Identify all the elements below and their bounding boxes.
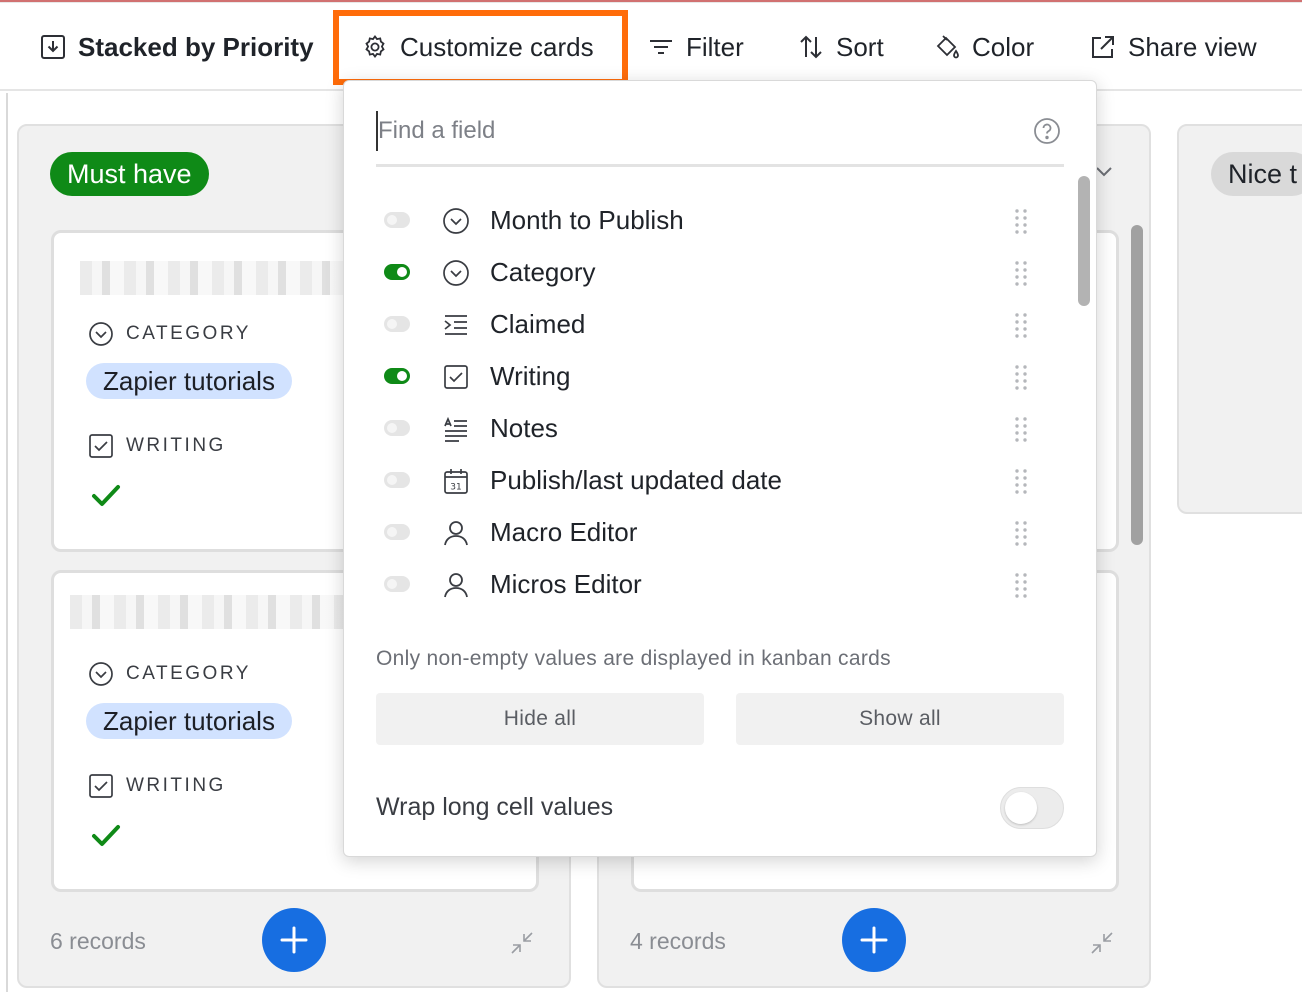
external-share-icon	[1092, 36, 1114, 58]
field-name: Micros Editor	[490, 569, 642, 599]
drag-handle-icon[interactable]	[1012, 363, 1030, 391]
chevron-circle-icon	[443, 260, 469, 286]
add-record-button[interactable]	[842, 908, 906, 972]
customize-cards-button[interactable]: Customize cards	[362, 3, 594, 91]
field-row-month-to-publish[interactable]: Month to Publish	[376, 195, 1036, 247]
collapse-icon[interactable]	[1089, 930, 1115, 956]
redacted-title	[80, 261, 350, 295]
field-name: Month to Publish	[490, 205, 684, 235]
chevron-circle-icon	[443, 208, 469, 234]
paint-bucket-icon	[936, 35, 959, 59]
field-row-category[interactable]: Category	[376, 247, 1036, 299]
share-view-button[interactable]: Share view	[1090, 3, 1257, 91]
field-name: Macro Editor	[490, 517, 638, 547]
stacked-by-label: Stacked by Priority	[78, 31, 314, 62]
field-visibility-toggle[interactable]	[384, 472, 410, 488]
stack-pill-must-have[interactable]: Must have	[50, 152, 209, 196]
checkbox-icon	[89, 434, 113, 458]
help-circle-icon[interactable]	[1033, 117, 1061, 145]
checkbox-icon	[89, 774, 113, 798]
gear-icon	[365, 35, 385, 58]
plus-icon	[860, 926, 888, 954]
add-record-button[interactable]	[262, 908, 326, 972]
field-visibility-toggle[interactable]	[384, 368, 410, 384]
drag-handle-icon[interactable]	[1012, 519, 1030, 547]
kanban-hint-text: Only non-empty values are displayed in k…	[376, 647, 891, 670]
card-field-writing: WRITING	[88, 773, 226, 799]
drag-handle-icon[interactable]	[1012, 311, 1030, 339]
field-search	[376, 111, 1064, 167]
filter-label: Filter	[686, 31, 744, 62]
field-row-notes[interactable]: Notes	[376, 403, 1036, 455]
drag-handle-icon[interactable]	[1012, 467, 1030, 495]
redacted-title	[70, 595, 350, 629]
field-visibility-toggle[interactable]	[384, 420, 410, 436]
svg-text:31: 31	[450, 483, 461, 493]
field-visibility-toggle[interactable]	[384, 576, 410, 592]
kanban-column-nice-to-have: Nice t	[1177, 124, 1302, 514]
field-visibility-toggle[interactable]	[384, 264, 410, 280]
user-icon	[444, 573, 468, 598]
field-name: Publish/last updated date	[490, 465, 782, 495]
calendar-icon: 31	[444, 469, 468, 494]
color-button[interactable]: Color	[934, 3, 1034, 91]
drag-handle-icon[interactable]	[1012, 415, 1030, 443]
plus-icon	[280, 926, 308, 954]
field-visibility-toggle[interactable]	[384, 316, 410, 332]
category-tag: Zapier tutorials	[86, 363, 292, 399]
field-row-writing[interactable]: Writing	[376, 351, 1036, 403]
checkmark-icon	[92, 825, 120, 846]
chevron-circle-icon	[89, 662, 113, 686]
field-name: Claimed	[490, 309, 586, 339]
rich-text-icon	[444, 416, 467, 442]
customize-cards-popover: Month to Publish Category Claimed Writin…	[343, 80, 1097, 857]
share-view-label: Share view	[1128, 31, 1257, 62]
field-row-publish-date[interactable]: 31 Publish/last updated date	[376, 455, 1036, 507]
show-all-button[interactable]: Show all	[736, 693, 1064, 745]
card-field-category: CATEGORY	[88, 321, 251, 347]
field-visibility-toggle[interactable]	[384, 524, 410, 540]
color-label: Color	[972, 31, 1035, 62]
category-tag: Zapier tutorials	[86, 703, 292, 739]
field-row-claimed[interactable]: Claimed	[376, 299, 1036, 351]
drag-handle-icon[interactable]	[1012, 207, 1030, 235]
hide-all-button[interactable]: Hide all	[376, 693, 704, 745]
field-name: Notes	[490, 413, 558, 443]
sort-arrows-icon	[800, 35, 822, 59]
field-visibility-toggle[interactable]	[384, 212, 410, 228]
record-count: 4 records	[630, 928, 726, 954]
record-count: 6 records	[50, 928, 146, 954]
card-field-category: CATEGORY	[88, 661, 251, 687]
stack-pill-nice[interactable]: Nice t	[1211, 152, 1302, 196]
collapse-icon[interactable]	[509, 930, 535, 956]
filter-icon	[650, 40, 672, 54]
wrap-cell-values-toggle[interactable]	[1000, 787, 1064, 829]
column-scrollbar[interactable]	[1131, 225, 1143, 545]
sort-label: Sort	[836, 31, 884, 62]
indent-list-icon	[444, 315, 467, 335]
checkbox-icon	[444, 365, 468, 389]
drag-handle-icon[interactable]	[1012, 259, 1030, 287]
field-row-micros-editor[interactable]: Micros Editor	[376, 559, 1036, 611]
chevron-circle-icon	[89, 322, 113, 346]
field-row-macro-editor[interactable]: Macro Editor	[376, 507, 1036, 559]
wrap-cell-values-label: Wrap long cell values	[376, 793, 614, 821]
card-field-writing: WRITING	[88, 433, 226, 459]
customize-cards-label: Customize cards	[400, 31, 594, 62]
view-toolbar: Stacked by Priority Customize cards Filt…	[0, 3, 1302, 91]
drag-handle-icon[interactable]	[1012, 571, 1030, 599]
user-icon	[444, 521, 468, 546]
field-name: Writing	[490, 361, 571, 391]
stacked-by-button[interactable]: Stacked by Priority	[40, 3, 314, 91]
board-left-edge	[6, 93, 8, 992]
find-field-input[interactable]	[376, 111, 1016, 151]
field-list-scrollbar[interactable]	[1078, 176, 1090, 306]
checkmark-icon	[92, 485, 120, 506]
sort-button[interactable]: Sort	[798, 3, 884, 91]
field-name: Category	[490, 257, 596, 287]
filter-button[interactable]: Filter	[648, 3, 744, 91]
stack-download-icon	[41, 35, 65, 59]
